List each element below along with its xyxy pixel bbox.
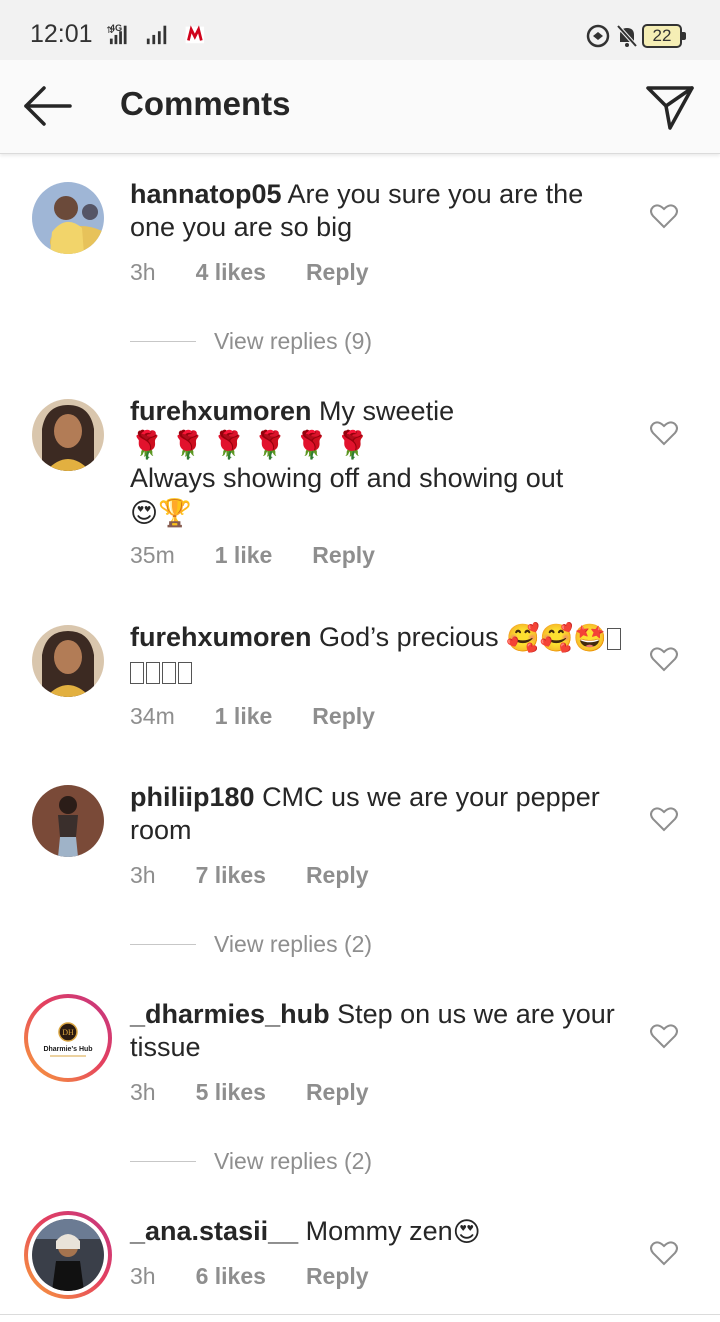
rose-emoji: 🌹 🌹 🌹 🌹 🌹 🌹 bbox=[130, 430, 370, 461]
avatar bbox=[32, 1219, 104, 1291]
battery-indicator: 22 bbox=[642, 24, 686, 48]
heart-eyes-emoji: 😍 bbox=[452, 1217, 481, 1248]
reply-button[interactable]: Reply bbox=[306, 259, 369, 286]
comment-likes[interactable]: 4 likes bbox=[196, 259, 266, 286]
comment-text: _dharmies_hub Step on us we are your tis… bbox=[130, 998, 630, 1064]
comment-text: _ana.stasii__ Mommy zen😍 bbox=[130, 1215, 630, 1249]
view-replies-button[interactable]: View replies (9) bbox=[130, 326, 372, 356]
heart-icon[interactable] bbox=[650, 420, 678, 446]
bottom-divider bbox=[0, 1314, 720, 1315]
divider bbox=[130, 340, 196, 342]
missing-glyph bbox=[162, 662, 176, 685]
comment-meta: 3h 4 likes Reply bbox=[130, 259, 409, 286]
avatar[interactable] bbox=[32, 785, 104, 857]
app-header: Comments bbox=[0, 60, 720, 154]
page-title: Comments bbox=[120, 85, 291, 122]
heart-icon[interactable] bbox=[650, 1023, 678, 1049]
avatar[interactable] bbox=[32, 182, 104, 254]
missing-glyph bbox=[130, 662, 144, 685]
reply-button[interactable]: Reply bbox=[306, 862, 369, 889]
comment-text: hannatop05 Are you sure you are the one … bbox=[130, 178, 630, 244]
smiling-hearts-emoji: 🥰🥰🤩 bbox=[506, 623, 608, 654]
reply-button[interactable]: Reply bbox=[306, 1079, 369, 1106]
view-replies-label: View replies (9) bbox=[214, 327, 373, 354]
comment-body: My sweetie bbox=[319, 396, 455, 426]
comment-likes[interactable]: 1 like bbox=[215, 542, 273, 569]
comment-meta: 34m 1 like Reply bbox=[130, 703, 415, 730]
comment-text: furehxumoren God’s precious 🥰🥰🤩 bbox=[130, 621, 630, 688]
comment-likes[interactable]: 5 likes bbox=[196, 1079, 266, 1106]
comment-time: 34m bbox=[130, 703, 175, 729]
comment-username[interactable]: furehxumoren bbox=[130, 622, 312, 652]
signal-icon: 4G ⇅ bbox=[106, 23, 205, 45]
heart-icon[interactable] bbox=[650, 646, 678, 672]
missing-glyph bbox=[178, 662, 192, 685]
comment-meta: 3h 7 likes Reply bbox=[130, 862, 409, 889]
comment-body: God’s precious bbox=[319, 622, 499, 652]
heart-icon[interactable] bbox=[650, 1240, 678, 1266]
comment-meta: 3h 5 likes Reply bbox=[130, 1079, 409, 1106]
story-ring-avatar[interactable] bbox=[24, 1211, 112, 1299]
svg-text:⇅: ⇅ bbox=[106, 25, 114, 35]
status-time: 12:01 bbox=[30, 20, 93, 48]
view-replies-button[interactable]: View replies (2) bbox=[130, 929, 372, 959]
missing-glyph bbox=[607, 627, 622, 650]
avatar[interactable] bbox=[32, 625, 104, 697]
svg-text:DH: DH bbox=[62, 1028, 74, 1037]
avatar: DH Dharmie's Hub bbox=[32, 1002, 104, 1074]
back-arrow-icon[interactable] bbox=[18, 78, 78, 134]
data-saver-icon bbox=[586, 24, 610, 48]
comment-username[interactable]: _ana.stasii__ bbox=[130, 1216, 298, 1246]
comment-likes[interactable]: 7 likes bbox=[196, 862, 266, 889]
divider bbox=[130, 943, 196, 945]
view-replies-label: View replies (2) bbox=[214, 930, 373, 957]
comment-text: philiip180 CMC us we are your pepper roo… bbox=[130, 781, 630, 847]
story-ring-avatar[interactable]: DH Dharmie's Hub bbox=[24, 994, 112, 1082]
comment-body-continued: Always showing off and showing out bbox=[130, 463, 564, 494]
status-bar: 12:01 4G ⇅ 22 bbox=[0, 0, 720, 60]
missing-glyph bbox=[146, 662, 160, 685]
comment-username[interactable]: _dharmies_hub bbox=[130, 999, 330, 1029]
view-replies-button[interactable]: View replies (2) bbox=[130, 1146, 372, 1176]
reply-button[interactable]: Reply bbox=[306, 1263, 369, 1290]
reply-button[interactable]: Reply bbox=[312, 703, 375, 730]
avatar-brand-text: Dharmie's Hub bbox=[43, 1046, 92, 1053]
comment-time: 3h bbox=[130, 1079, 156, 1105]
comment-time: 3h bbox=[130, 259, 156, 285]
comment-meta: 3h 6 likes Reply bbox=[130, 1263, 409, 1290]
comment-text: furehxumoren My sweetie 🌹 🌹 🌹 🌹 🌹 🌹 Alwa… bbox=[130, 395, 630, 530]
comment-body: Mommy zen bbox=[305, 1216, 453, 1246]
comment-meta: 35m 1 like Reply bbox=[130, 542, 415, 569]
reply-button[interactable]: Reply bbox=[312, 542, 375, 569]
comment-username[interactable]: furehxumoren bbox=[130, 396, 312, 426]
comment-username[interactable]: hannatop05 bbox=[130, 179, 282, 209]
comment-likes[interactable]: 1 like bbox=[215, 703, 273, 730]
comment-time: 3h bbox=[130, 862, 156, 888]
comment-time: 35m bbox=[130, 542, 175, 568]
status-icons: 22 bbox=[586, 20, 696, 52]
comment-likes[interactable]: 6 likes bbox=[196, 1263, 266, 1290]
avatar[interactable] bbox=[32, 399, 104, 471]
mute-icon bbox=[616, 24, 638, 48]
divider bbox=[130, 1160, 196, 1162]
heart-icon[interactable] bbox=[650, 203, 678, 229]
comment-username[interactable]: philiip180 bbox=[130, 782, 255, 812]
heart-icon[interactable] bbox=[650, 806, 678, 832]
paper-plane-icon[interactable] bbox=[642, 78, 698, 134]
heart-eyes-emoji: 😍🏆 bbox=[130, 497, 192, 528]
comment-time: 3h bbox=[130, 1263, 156, 1289]
view-replies-label: View replies (2) bbox=[214, 1147, 373, 1174]
